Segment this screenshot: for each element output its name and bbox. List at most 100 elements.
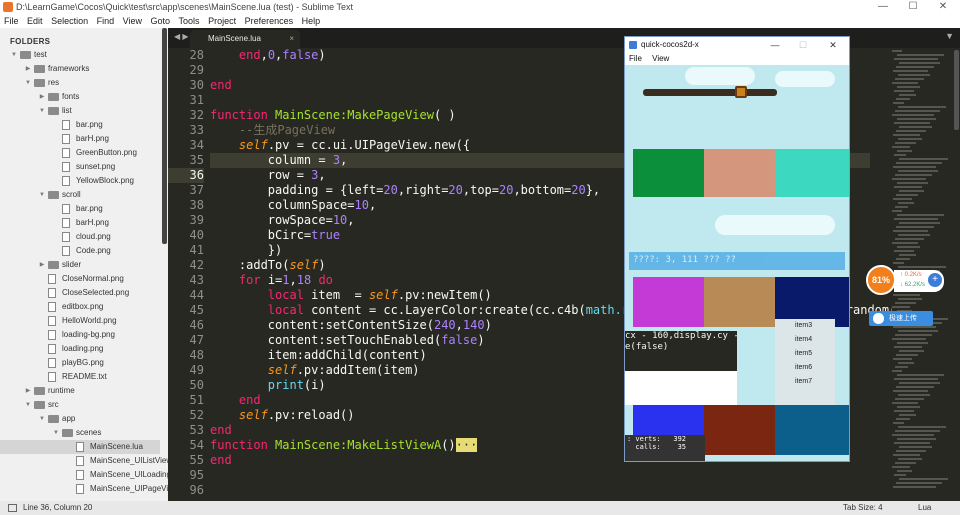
sim-menu-view[interactable]: View xyxy=(652,54,669,63)
sublime-app-icon xyxy=(3,2,13,12)
upload-button[interactable]: 极速上传 xyxy=(869,311,933,326)
menu-preferences[interactable]: Preferences xyxy=(245,14,294,28)
sidebar-file[interactable]: HelloWorld.png xyxy=(0,314,160,328)
chevron-down-icon[interactable]: ▼ xyxy=(52,426,60,440)
tab-dropdown-icon[interactable]: ▼ xyxy=(945,31,954,41)
sidebar-file[interactable]: cloud.png xyxy=(0,230,160,244)
menu-edit[interactable]: Edit xyxy=(27,14,43,28)
performance-ball[interactable]: 81% xyxy=(866,265,896,295)
sidebar-folder[interactable]: ▼ scenes xyxy=(0,426,160,440)
list-item[interactable]: item4 xyxy=(775,333,835,347)
sidebar-file[interactable]: Code.png xyxy=(0,244,160,258)
page-cell[interactable] xyxy=(775,149,849,197)
sidebar-folder[interactable]: ▶ slider xyxy=(0,258,160,272)
page-cell[interactable] xyxy=(633,277,704,327)
chevron-down-icon[interactable]: ▼ xyxy=(24,398,32,412)
chevron-right-icon[interactable]: ▶ xyxy=(38,258,46,272)
sidebar-file[interactable]: barH.png xyxy=(0,216,160,230)
sidebar-folder[interactable]: ▼ test xyxy=(0,48,160,62)
sidebar-folder[interactable]: ▼ res xyxy=(0,76,160,90)
file-icon xyxy=(62,176,70,186)
sim-maximize-button[interactable]: ☐ xyxy=(793,37,813,53)
folder-icon xyxy=(34,387,45,395)
chevron-down-icon[interactable]: ▼ xyxy=(38,104,46,118)
menu-goto[interactable]: Goto xyxy=(151,14,171,28)
slider-knob[interactable] xyxy=(735,86,747,98)
sidebar-file[interactable]: MainScene_UILoadingBar.lua xyxy=(0,468,168,482)
slider-track[interactable] xyxy=(643,89,777,96)
sidebar-file[interactable]: MainScene.lua xyxy=(0,440,160,454)
sidebar-folder[interactable]: ▶ frameworks xyxy=(0,62,160,76)
sidebar-folder[interactable]: ▼ scroll xyxy=(0,188,160,202)
chevron-down-icon[interactable]: ▼ xyxy=(10,48,18,62)
sidebar-folder[interactable]: ▼ app xyxy=(0,412,160,426)
minimize-button[interactable]: — xyxy=(868,0,898,14)
minimap-line xyxy=(898,266,946,268)
menu-view[interactable]: View xyxy=(123,14,142,28)
minimap-line xyxy=(894,154,906,156)
sidebar-file[interactable]: editbox.png xyxy=(0,300,160,314)
panel-toggle-icon[interactable] xyxy=(8,503,17,512)
tab-size[interactable]: Tab Size: 4 xyxy=(843,501,883,515)
close-button[interactable]: ✕ xyxy=(928,0,958,14)
sidebar-file[interactable]: playBG.png xyxy=(0,356,160,370)
sidebar-file[interactable]: loading-bg.png xyxy=(0,328,160,342)
list-item[interactable]: item3 xyxy=(775,319,835,333)
page-cell[interactable] xyxy=(704,277,775,327)
editor-scrollbar[interactable] xyxy=(954,50,959,130)
chevron-down-icon[interactable]: ▼ xyxy=(38,412,46,426)
line-number: 34 xyxy=(189,138,204,152)
sidebar-file[interactable]: bar.png xyxy=(0,202,160,216)
page-cell[interactable] xyxy=(633,149,704,197)
tab-mainscene[interactable]: MainScene.lua × xyxy=(190,30,300,48)
chevron-down-icon[interactable]: ▼ xyxy=(24,76,32,90)
menu-find[interactable]: Find xyxy=(97,14,115,28)
sidebar-file[interactable]: CloseSelected.png xyxy=(0,286,160,300)
menu-selection[interactable]: Selection xyxy=(51,14,88,28)
page-cell[interactable] xyxy=(704,149,775,197)
menu-project[interactable]: Project xyxy=(208,14,236,28)
maximize-button[interactable]: ☐ xyxy=(898,0,928,14)
sidebar-file[interactable]: bar.png xyxy=(0,118,160,132)
sidebar-folder[interactable]: ▼ src xyxy=(0,398,160,412)
chevron-right-icon[interactable]: ▶ xyxy=(24,62,32,76)
tab-nav-arrows-icon[interactable]: ◀ ▶ xyxy=(174,32,189,41)
page-cell[interactable] xyxy=(704,405,775,455)
sidebar-file[interactable]: barH.png xyxy=(0,132,160,146)
sidebar-file[interactable]: README.txt xyxy=(0,370,160,384)
list-view[interactable]: item3 item4 item5 item6 item7 xyxy=(775,319,835,405)
sidebar-file[interactable]: YellowBlock.png xyxy=(0,174,160,188)
sim-menu-file[interactable]: File xyxy=(629,54,642,63)
plus-icon[interactable]: + xyxy=(928,273,942,287)
list-item[interactable]: item5 xyxy=(775,347,835,361)
list-item[interactable]: item7 xyxy=(775,375,835,389)
syntax-mode[interactable]: Lua xyxy=(918,501,931,515)
sidebar-folder[interactable]: ▼ list xyxy=(0,104,160,118)
menu-help[interactable]: Help xyxy=(302,14,321,28)
sidebar-file[interactable]: CloseNormal.png xyxy=(0,272,160,286)
game-scene[interactable]: ????: 3, 111 ??? ?? item3 item4 item5 it… xyxy=(625,65,849,461)
sidebar-file[interactable]: loading.png xyxy=(0,342,160,356)
tab-close-icon[interactable]: × xyxy=(289,30,294,48)
chevron-right-icon[interactable]: ▶ xyxy=(38,90,46,104)
sidebar-folder[interactable]: ▶ fonts xyxy=(0,90,160,104)
sidebar-file[interactable]: MainScene_UIListView.lua xyxy=(0,454,168,468)
line-number: 45 xyxy=(189,303,204,317)
file-icon xyxy=(76,484,84,494)
sidebar-folder[interactable]: ▶ runtime xyxy=(0,384,160,398)
menu-tools[interactable]: Tools xyxy=(179,14,200,28)
sidebar-item-label: bar.png xyxy=(76,120,103,129)
sim-minimize-button[interactable]: — xyxy=(765,37,785,53)
cloud xyxy=(715,215,835,235)
page-cell[interactable] xyxy=(775,405,849,455)
list-item[interactable]: item6 xyxy=(775,361,835,375)
menu-file[interactable]: File xyxy=(4,14,19,28)
sidebar-scrollbar[interactable] xyxy=(162,28,167,244)
sim-close-button[interactable]: ✕ xyxy=(823,37,843,53)
sidebar-file[interactable]: GreenButton.png xyxy=(0,146,160,160)
sidebar-file[interactable]: sunset.png xyxy=(0,160,160,174)
sidebar-file[interactable]: MainScene_UIPageView.lua xyxy=(0,482,168,496)
folder-icon xyxy=(34,65,45,73)
chevron-right-icon[interactable]: ▶ xyxy=(24,384,32,398)
chevron-down-icon[interactable]: ▼ xyxy=(38,188,46,202)
